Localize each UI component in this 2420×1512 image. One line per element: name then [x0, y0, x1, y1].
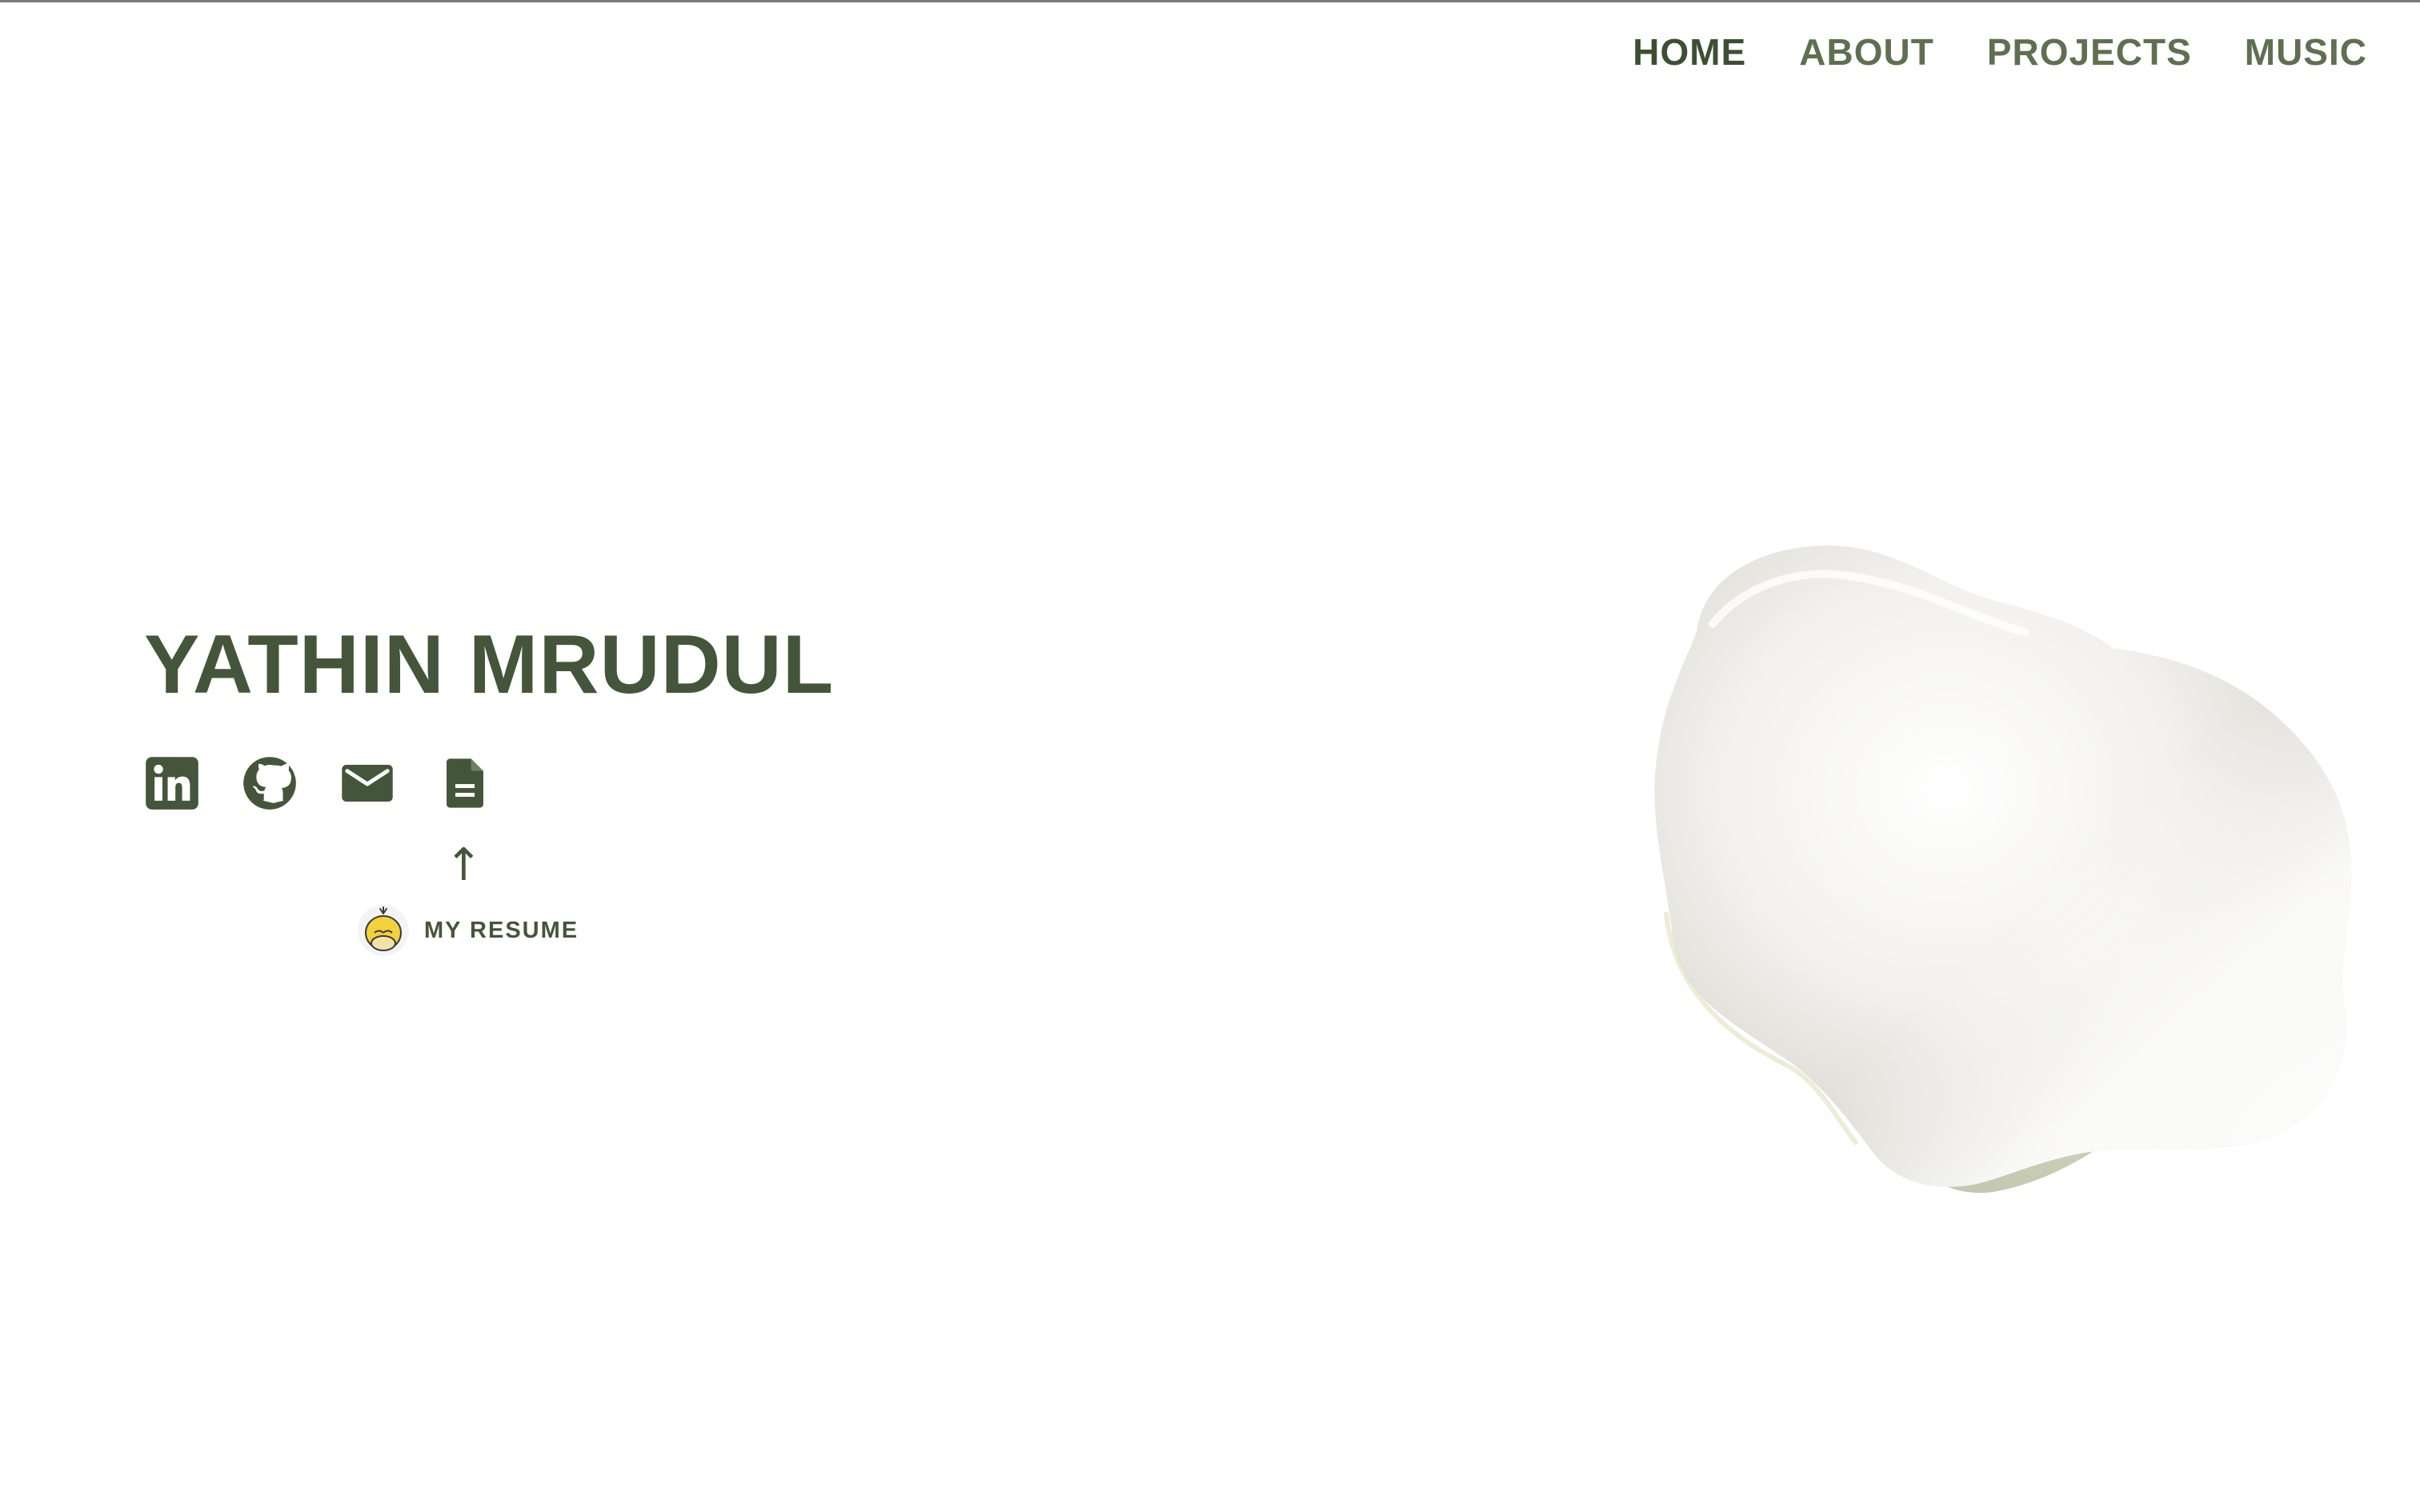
resume-hint: MY RESUME	[357, 904, 579, 957]
top-border	[0, 0, 2420, 2]
up-arrow-icon: ↑	[445, 839, 483, 891]
github-icon[interactable]	[242, 755, 298, 811]
hero-name: YATHIN MRUDUL	[144, 618, 835, 711]
linkedin-icon[interactable]	[144, 755, 200, 811]
nav-home[interactable]: HOME	[1633, 30, 1746, 74]
psyduck-avatar-icon	[358, 905, 409, 956]
social-links	[144, 755, 493, 811]
nav-music[interactable]: MUSIC	[2245, 30, 2367, 74]
nav-about[interactable]: ABOUT	[1799, 30, 1934, 74]
resume-label: MY RESUME	[424, 917, 579, 943]
main-nav: HOME ABOUT PROJECTS MUSIC	[1633, 30, 2367, 74]
3d-blob-graphic	[1654, 545, 2352, 1194]
nav-projects[interactable]: PROJECTS	[1987, 30, 2192, 74]
document-icon[interactable]	[437, 755, 493, 811]
mail-icon[interactable]	[339, 755, 395, 811]
